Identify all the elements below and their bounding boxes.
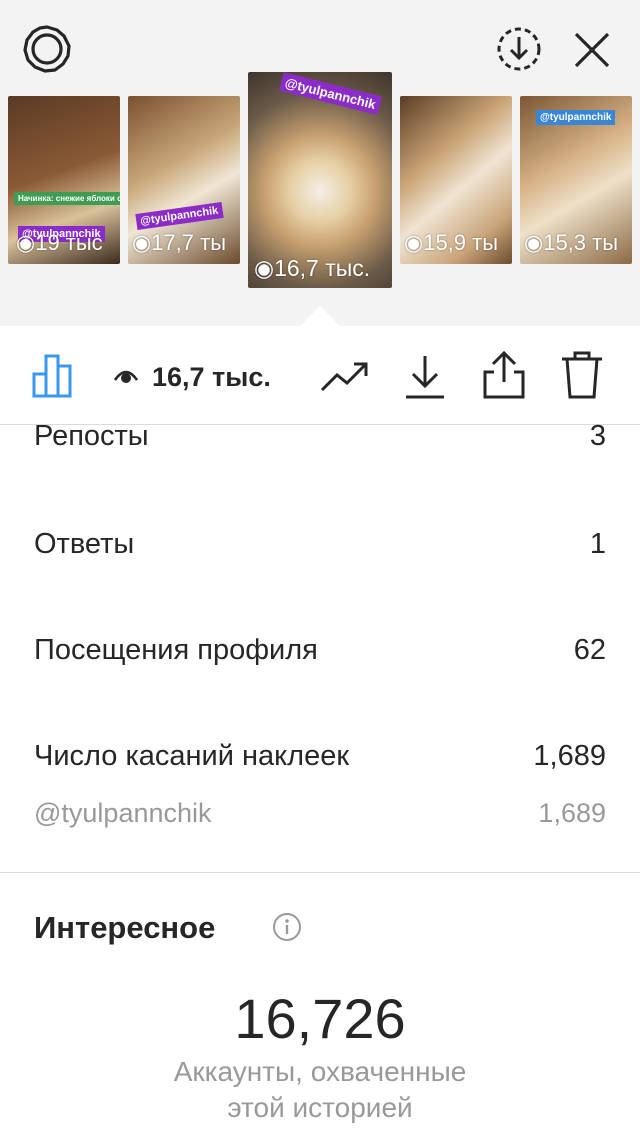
story-thumbnail-2[interactable]: @tyulpannchik ◉17,7 ты — [128, 96, 240, 264]
discovery-title: Интересное — [34, 910, 216, 945]
stat-row-reposts: Репосты 3 — [34, 420, 606, 453]
story-tag: @tyulpannchik — [536, 110, 616, 125]
stat-label: @tyulpannchik — [34, 798, 212, 828]
story-views: ◉16,7 тыс. — [254, 255, 371, 281]
stat-value: 1,689 — [538, 798, 606, 828]
eye-icon: ◉ — [524, 230, 544, 255]
stat-value: 1,689 — [533, 740, 606, 772]
insights-icon[interactable] — [32, 352, 80, 403]
gear-icon[interactable] — [22, 24, 72, 79]
stat-row-sticker-handle: @tyulpannchik 1,689 — [34, 798, 606, 829]
eye-icon: ◉ — [404, 230, 424, 255]
story-strip-header: Начинка: снежие яблоки с сахаром @tyulpa… — [0, 0, 640, 326]
close-icon[interactable] — [570, 28, 614, 77]
reach-caption-line2: этой историей — [227, 1092, 413, 1123]
eye-icon: ◉ — [254, 255, 275, 281]
delete-icon[interactable] — [560, 350, 604, 405]
share-icon[interactable] — [482, 350, 526, 405]
stat-label: Ответы — [34, 528, 135, 560]
story-views: ◉19 тыс — [16, 230, 103, 255]
download-circle-icon[interactable] — [494, 24, 544, 79]
story-thumbnail-5[interactable]: @tyulpannchik ◉15,3 ты — [520, 96, 632, 264]
stat-value: 1 — [589, 528, 606, 560]
stat-row-profile-visits: Посещения профиля 62 — [34, 634, 606, 667]
stat-value: 3 — [589, 420, 606, 452]
stat-label: Число касаний наклеек — [34, 740, 350, 772]
eye-icon: ◉ — [16, 230, 36, 255]
story-thumbnail-4[interactable]: ◉15,9 ты — [400, 96, 512, 264]
stat-value: 62 — [573, 634, 606, 666]
download-icon[interactable] — [404, 354, 446, 405]
section-divider — [0, 872, 640, 873]
reach-value: 16,726 — [234, 987, 406, 1050]
story-thumbnail-3-selected[interactable]: @tyulpannchik ◉16,7 тыс. — [248, 72, 392, 288]
reach-caption-line1: Аккаунты, охваченные — [173, 1056, 467, 1087]
stat-label: Посещения профиля — [34, 634, 318, 666]
info-icon[interactable] — [272, 912, 302, 947]
stat-row-replies: Ответы 1 — [34, 528, 606, 561]
stat-row-sticker-taps: Число касаний наклеек 1,689 — [34, 740, 606, 773]
story-toolbar: 16,7 тыс. — [0, 326, 640, 425]
eye-icon — [113, 366, 139, 391]
story-caption: Начинка: снежие яблоки с сахаром — [14, 192, 120, 205]
selected-story-pointer — [300, 306, 340, 326]
promote-trend-icon[interactable] — [320, 360, 370, 399]
story-views: ◉15,9 ты — [404, 230, 499, 255]
story-views: ◉15,3 ты — [524, 230, 619, 255]
story-thumbnail-1[interactable]: Начинка: снежие яблоки с сахаром @tyulpa… — [8, 96, 120, 264]
stat-label: Репосты — [34, 420, 149, 452]
story-views: ◉17,7 ты — [132, 230, 227, 255]
reach-caption: Аккаунты, охваченные этой историей — [0, 1054, 640, 1126]
views-count: 16,7 тыс. — [152, 362, 271, 392]
eye-icon: ◉ — [132, 230, 152, 255]
